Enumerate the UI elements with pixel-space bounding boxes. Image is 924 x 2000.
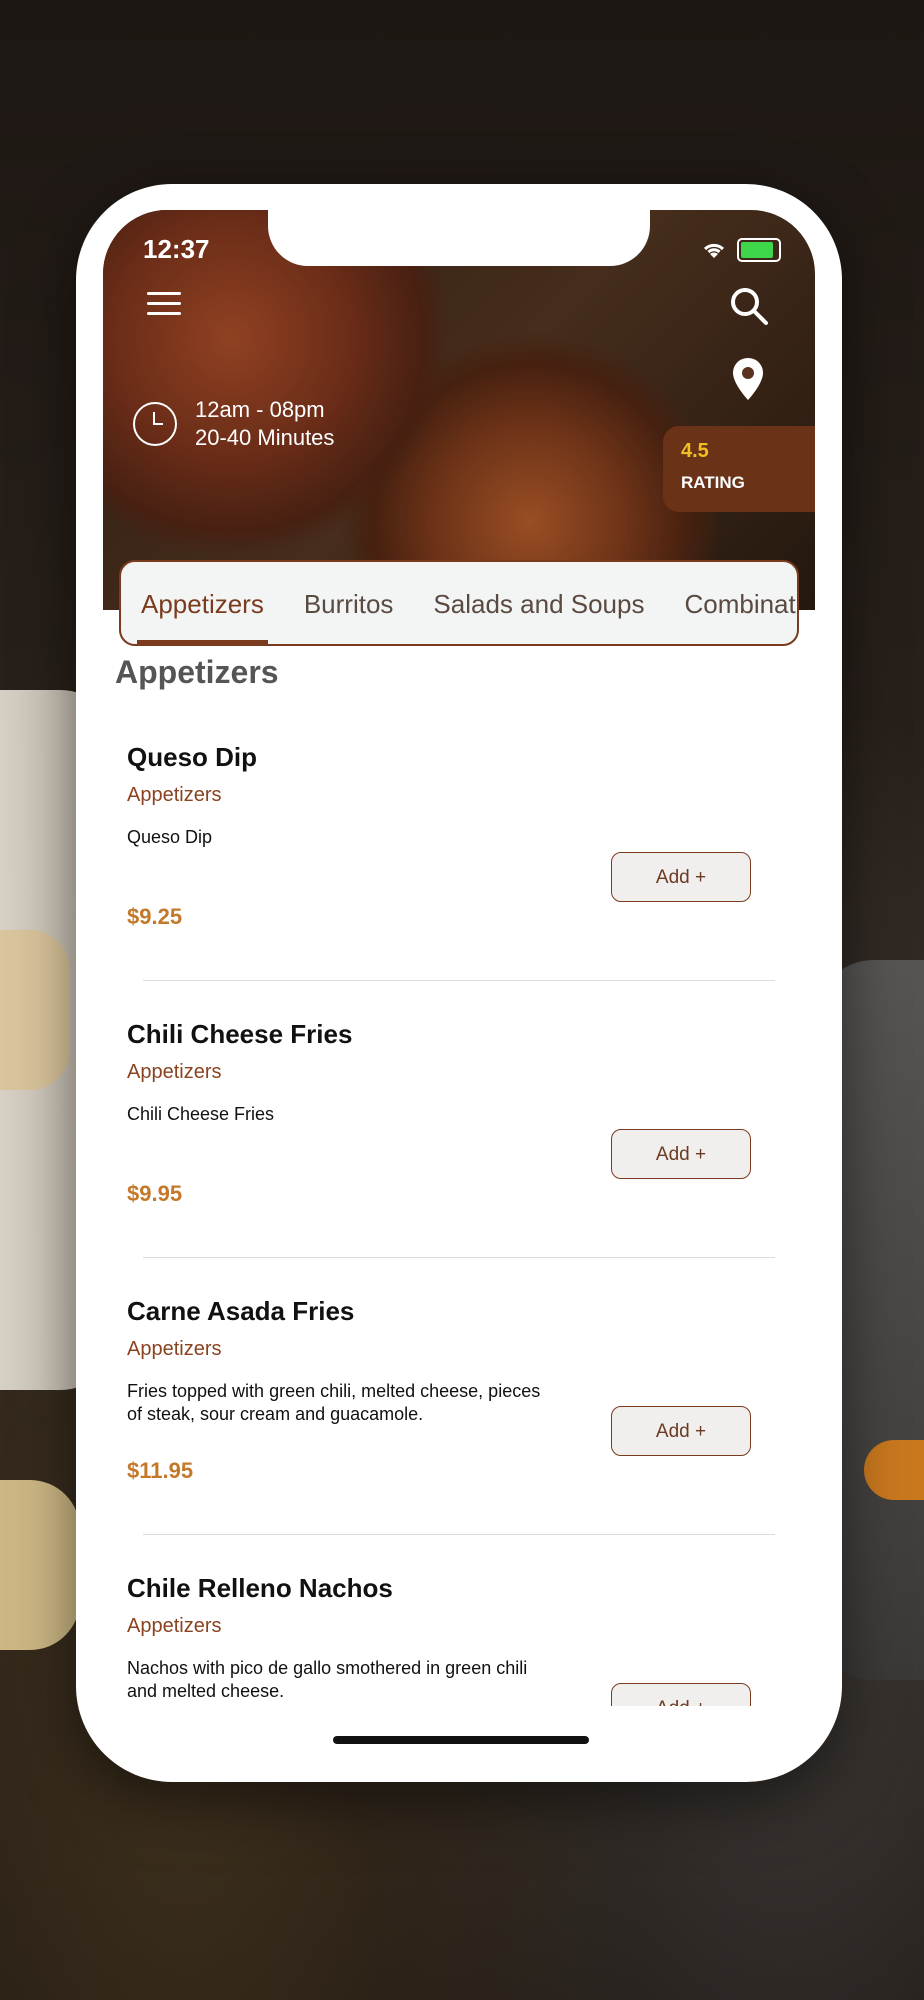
item-price: $11.95: [127, 1458, 194, 1483]
tab-salads-and-soups[interactable]: Salads and Soups: [413, 562, 664, 644]
store-hours: 12am - 08pm 20-40 Minutes: [133, 396, 334, 452]
item-category: Appetizers: [127, 784, 222, 806]
item-name: Chile Relleno Nachos: [127, 1573, 393, 1603]
location-pin-icon[interactable]: [731, 356, 765, 402]
item-category: Appetizers: [127, 1338, 222, 1360]
item-name: Chili Cheese Fries: [127, 1019, 353, 1049]
battery-icon: [737, 238, 781, 262]
wifi-icon: [703, 243, 725, 258]
menu-list: Appetizers Queso Dip Appetizers Queso Di…: [103, 646, 815, 1706]
item-description: Fries topped with green chili, melted ch…: [127, 1381, 541, 1424]
add-button[interactable]: Add +: [611, 1406, 751, 1456]
tab-appetizers[interactable]: Appetizers: [121, 562, 284, 644]
item-price: $9.25: [127, 904, 183, 929]
item-name: Queso Dip: [127, 742, 258, 772]
item-description: Nachos with pico de gallo smothered in g…: [127, 1658, 528, 1701]
category-tabs: Appetizers Burritos Salads and Soups Com…: [119, 560, 799, 646]
tab-burritos[interactable]: Burritos: [284, 562, 414, 644]
hours-text: 12am - 08pm: [195, 397, 325, 422]
add-button[interactable]: Add +: [611, 852, 751, 902]
menu-icon[interactable]: [147, 292, 181, 318]
item-category: Appetizers: [127, 1061, 222, 1083]
status-time: 12:37: [143, 234, 210, 264]
background-food: [0, 1480, 80, 1650]
background-accent: [864, 1440, 924, 1500]
item-name: Carne Asada Fries: [127, 1296, 355, 1326]
divider: [143, 1257, 775, 1258]
clock-icon: [133, 402, 177, 446]
item-description: Chili Cheese Fries: [127, 1104, 275, 1124]
app-screen: 12:37 12am - 08pm 20-40 Minutes 4.5 RATI…: [103, 210, 815, 1754]
add-button[interactable]: Add +: [611, 1129, 751, 1179]
rating-badge: 4.5 RATING: [663, 426, 815, 512]
status-icons: [701, 238, 781, 262]
divider: [143, 980, 775, 981]
tab-combinations[interactable]: Combinations: [664, 562, 797, 644]
search-icon[interactable]: [729, 286, 769, 326]
list-item: Chile Relleno Nachos Appetizers Nachos w…: [103, 1573, 815, 1706]
section-title: Appetizers: [115, 654, 279, 690]
list-item: Queso Dip Appetizers Queso Dip $9.25 Add…: [103, 742, 815, 1018]
item-category: Appetizers: [127, 1615, 222, 1637]
background-food: [0, 930, 70, 1090]
prep-time-text: 20-40 Minutes: [195, 425, 335, 450]
item-price: $9.95: [127, 1181, 183, 1206]
item-description: Queso Dip: [127, 827, 213, 847]
phone-notch: [268, 210, 650, 266]
home-indicator[interactable]: [333, 1736, 589, 1744]
add-button[interactable]: Add +: [611, 1683, 751, 1706]
divider: [143, 1534, 775, 1535]
list-item: Chili Cheese Fries Appetizers Chili Chee…: [103, 1019, 815, 1295]
list-item: Carne Asada Fries Appetizers Fries toppe…: [103, 1296, 815, 1572]
rating-value: 4.5: [681, 440, 709, 462]
rating-label: RATING: [681, 473, 745, 492]
